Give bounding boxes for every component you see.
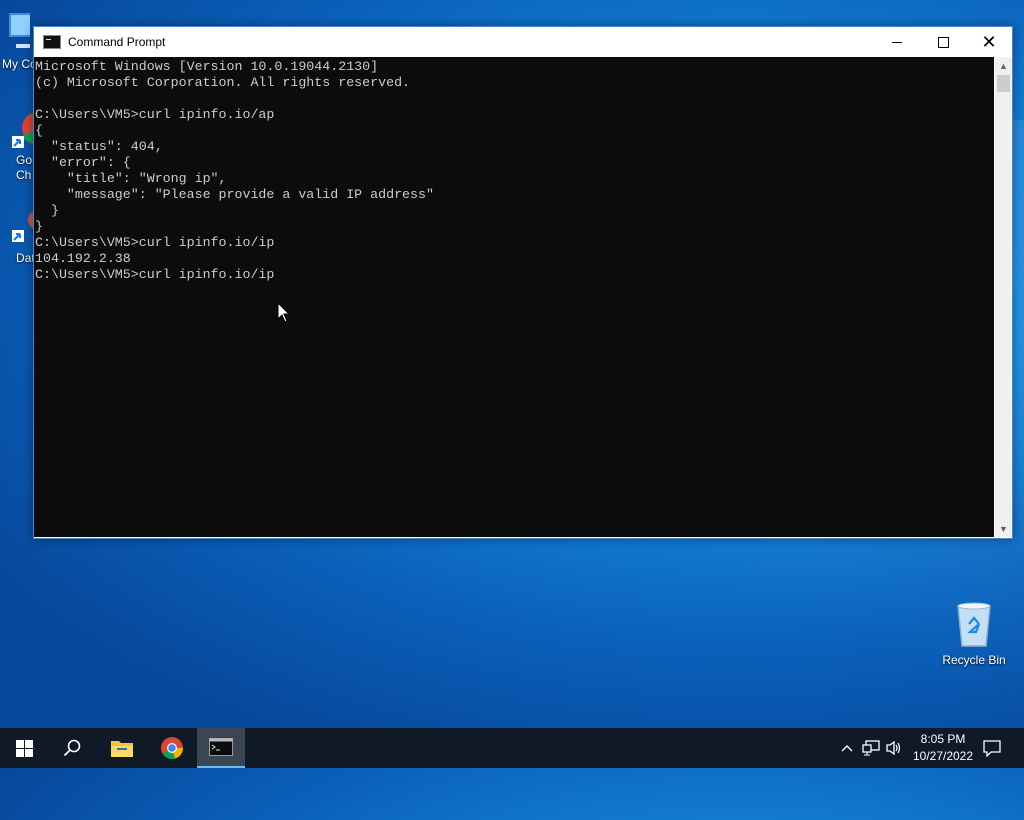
mouse-cursor-icon bbox=[277, 302, 291, 323]
console-line: "status": 404, bbox=[35, 139, 163, 154]
console-line: "message": "Please provide a valid IP ad… bbox=[35, 187, 434, 202]
scroll-down-arrow-icon[interactable]: ▼ bbox=[995, 520, 1012, 537]
clock-date: 10/27/2022 bbox=[912, 749, 974, 763]
command-prompt-window[interactable]: Command Prompt ✕ Microsoft Windows [Vers… bbox=[33, 26, 1013, 539]
desktop-icon-recycle-bin[interactable]: Recycle Bin bbox=[938, 600, 1010, 667]
network-icon bbox=[862, 740, 880, 756]
console-line: C:\Users\VM5>curl ipinfo.io/ap bbox=[35, 107, 275, 122]
console-line: } bbox=[35, 219, 43, 234]
search-button[interactable] bbox=[48, 728, 96, 768]
console-line: Microsoft Windows [Version 10.0.19044.21… bbox=[35, 59, 379, 74]
chrome-button[interactable] bbox=[148, 728, 196, 768]
console-line: "title": "Wrong ip", bbox=[35, 171, 227, 186]
window-title: Command Prompt bbox=[68, 35, 166, 49]
chrome-icon bbox=[161, 737, 184, 760]
volume-button[interactable] bbox=[884, 728, 904, 768]
taskbar-clock[interactable]: 8:05 PM 10/27/2022 bbox=[908, 731, 978, 765]
scrollbar-thumb[interactable] bbox=[997, 75, 1010, 92]
scroll-up-arrow-icon[interactable]: ▲ bbox=[995, 57, 1012, 74]
command-prompt-taskbar-button[interactable] bbox=[197, 728, 245, 768]
console-line: (c) Microsoft Corporation. All rights re… bbox=[35, 75, 411, 90]
recycle-bin-icon bbox=[957, 602, 991, 647]
search-icon bbox=[63, 739, 81, 757]
console-text: Microsoft Windows [Version 10.0.19044.21… bbox=[34, 57, 994, 283]
cmd-icon bbox=[209, 738, 233, 756]
close-icon: ✕ bbox=[981, 32, 997, 52]
maximize-icon bbox=[937, 36, 949, 48]
maximize-button[interactable] bbox=[920, 27, 966, 57]
console-line: C:\Users\VM5>curl ipinfo.io/ip bbox=[35, 235, 275, 250]
recycle-bin-label: Recycle Bin bbox=[942, 653, 1006, 667]
taskbar: 8:05 PM 10/27/2022 bbox=[0, 728, 1024, 768]
console-line: "error": { bbox=[35, 155, 131, 170]
vertical-scrollbar[interactable]: ▲ ▼ bbox=[995, 57, 1012, 537]
action-center-button[interactable] bbox=[978, 728, 1006, 768]
console-line: } bbox=[35, 203, 59, 218]
windows-start-icon bbox=[15, 739, 33, 757]
title-bar[interactable]: Command Prompt ✕ bbox=[34, 27, 1012, 57]
start-button[interactable] bbox=[0, 728, 48, 768]
console-line: { bbox=[35, 123, 43, 138]
network-button[interactable] bbox=[861, 728, 881, 768]
computer-icon bbox=[9, 13, 41, 48]
close-button[interactable]: ✕ bbox=[966, 27, 1012, 57]
file-explorer-button[interactable] bbox=[98, 728, 146, 768]
minimize-icon bbox=[892, 41, 902, 43]
console-line: C:\Users\VM5>curl ipinfo.io/ip bbox=[35, 267, 275, 282]
volume-icon bbox=[886, 740, 901, 756]
folder-icon bbox=[111, 741, 133, 757]
console-output[interactable]: Microsoft Windows [Version 10.0.19044.21… bbox=[34, 57, 994, 537]
console-line: 104.192.2.38 bbox=[35, 251, 131, 266]
cmd-icon bbox=[43, 35, 61, 49]
minimize-button[interactable] bbox=[874, 27, 920, 57]
clock-time: 8:05 PM bbox=[920, 732, 966, 746]
notification-icon bbox=[983, 739, 1001, 757]
show-hidden-icons-button[interactable] bbox=[838, 728, 856, 768]
chevron-up-icon bbox=[841, 745, 853, 752]
